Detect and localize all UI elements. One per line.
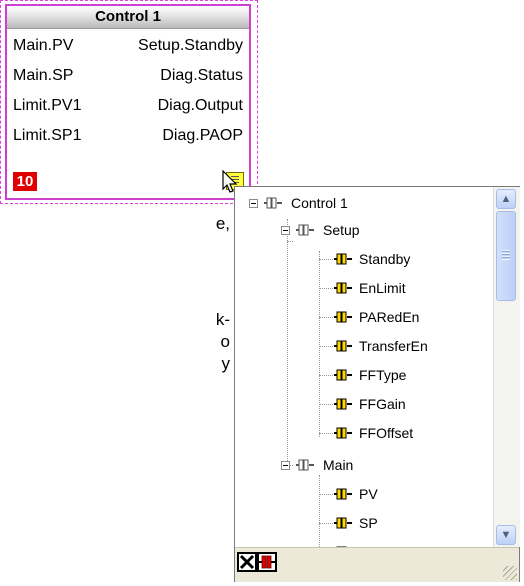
scroll-thumb[interactable] bbox=[496, 211, 516, 301]
background-text: y bbox=[221, 354, 231, 373]
tree-node-label: Setup bbox=[323, 222, 360, 238]
parameter-icon bbox=[334, 282, 352, 294]
tree-node-label: SP bbox=[359, 515, 378, 531]
output-param[interactable]: Diag.PAOP bbox=[162, 124, 243, 148]
background-text: o bbox=[220, 332, 230, 351]
control-function-block[interactable]: Control 1 Main.PV Setup.Standby Main.SP … bbox=[5, 4, 251, 200]
tree-leaf-fftype[interactable]: FFType bbox=[319, 364, 489, 386]
tree-node-main[interactable]: Main bbox=[281, 454, 481, 476]
resize-grip[interactable] bbox=[503, 566, 517, 580]
tree-node-setup[interactable]: Setup bbox=[281, 219, 481, 241]
tree-leaf-paredEn[interactable]: PARedEn bbox=[319, 306, 489, 328]
close-icon[interactable] bbox=[237, 552, 257, 572]
tree-node-label: PV bbox=[359, 486, 378, 502]
param-row: Limit.PV1 Diag.Output bbox=[13, 94, 243, 118]
parameter-tree-popup[interactable]: Control 1 Setup Standby EnLimit PARedEn … bbox=[234, 186, 520, 582]
output-param[interactable]: Diag.Status bbox=[160, 64, 243, 88]
scroll-up-button[interactable]: ▲ bbox=[496, 189, 516, 209]
block-title: Control 1 bbox=[7, 6, 249, 29]
parameter-icon bbox=[334, 398, 352, 410]
tree-leaf-standby[interactable]: Standby bbox=[319, 248, 489, 270]
parameter-icon bbox=[334, 427, 352, 439]
tree-node-label: TransferEn bbox=[359, 338, 428, 354]
collapse-icon[interactable] bbox=[281, 461, 290, 470]
tree-node-label: Standby bbox=[359, 251, 411, 267]
scroll-down-button[interactable]: ▼ bbox=[496, 525, 516, 545]
parameter-icon bbox=[334, 311, 352, 323]
background-text: k- bbox=[215, 310, 230, 329]
parameter-icon bbox=[334, 517, 352, 529]
tree-node-label: EnLimit bbox=[359, 280, 406, 296]
input-param[interactable]: Limit.SP1 bbox=[13, 124, 81, 148]
param-row: Limit.SP1 Diag.PAOP bbox=[13, 124, 243, 148]
input-param[interactable]: Main.SP bbox=[13, 64, 73, 88]
parameter-icon bbox=[334, 340, 352, 352]
param-row: Main.PV Setup.Standby bbox=[13, 34, 243, 58]
tree-node-label: Main bbox=[323, 457, 354, 473]
tree-node-control-1[interactable]: Control 1 bbox=[249, 192, 489, 214]
folder-node-icon bbox=[296, 224, 314, 236]
collapse-icon[interactable] bbox=[249, 199, 258, 208]
output-param[interactable]: Setup.Standby bbox=[138, 34, 243, 58]
background-text: e, bbox=[215, 214, 230, 233]
input-param[interactable]: Main.PV bbox=[13, 34, 73, 58]
connect-icon[interactable] bbox=[257, 552, 277, 572]
input-param[interactable]: Limit.PV1 bbox=[13, 94, 81, 118]
tree-leaf-ffgain[interactable]: FFGain bbox=[319, 393, 489, 415]
tree-node-label: FFGain bbox=[359, 396, 406, 412]
fault-count-badge: 10 bbox=[13, 172, 37, 191]
parameter-icon bbox=[334, 369, 352, 381]
tree-toolbar bbox=[235, 547, 519, 582]
param-row: Main.SP Diag.Status bbox=[13, 64, 243, 88]
collapse-icon[interactable] bbox=[281, 226, 290, 235]
parameter-icon bbox=[334, 488, 352, 500]
tree-scrollbar[interactable]: ▲ ▼ bbox=[493, 187, 520, 547]
tree-node-label: PARedEn bbox=[359, 309, 420, 325]
tree-leaf-enlimit[interactable]: EnLimit bbox=[319, 277, 489, 299]
folder-node-icon bbox=[296, 459, 314, 471]
tree-leaf-sp[interactable]: SP bbox=[319, 512, 489, 534]
tree-node-label: FFOffset bbox=[359, 425, 414, 441]
tree-leaf-transferen[interactable]: TransferEn bbox=[319, 335, 489, 357]
tree-leaf-pv[interactable]: PV bbox=[319, 483, 489, 505]
tree-leaf-ffoffset[interactable]: FFOffset bbox=[319, 422, 489, 444]
block-node-icon bbox=[264, 197, 282, 209]
parameter-icon bbox=[334, 253, 352, 265]
output-param[interactable]: Diag.Output bbox=[158, 94, 243, 118]
tree-node-label: Control 1 bbox=[291, 195, 348, 211]
parameter-tree: Control 1 Setup Standby EnLimit PARedEn … bbox=[235, 187, 491, 547]
tree-node-label: FFType bbox=[359, 367, 407, 383]
